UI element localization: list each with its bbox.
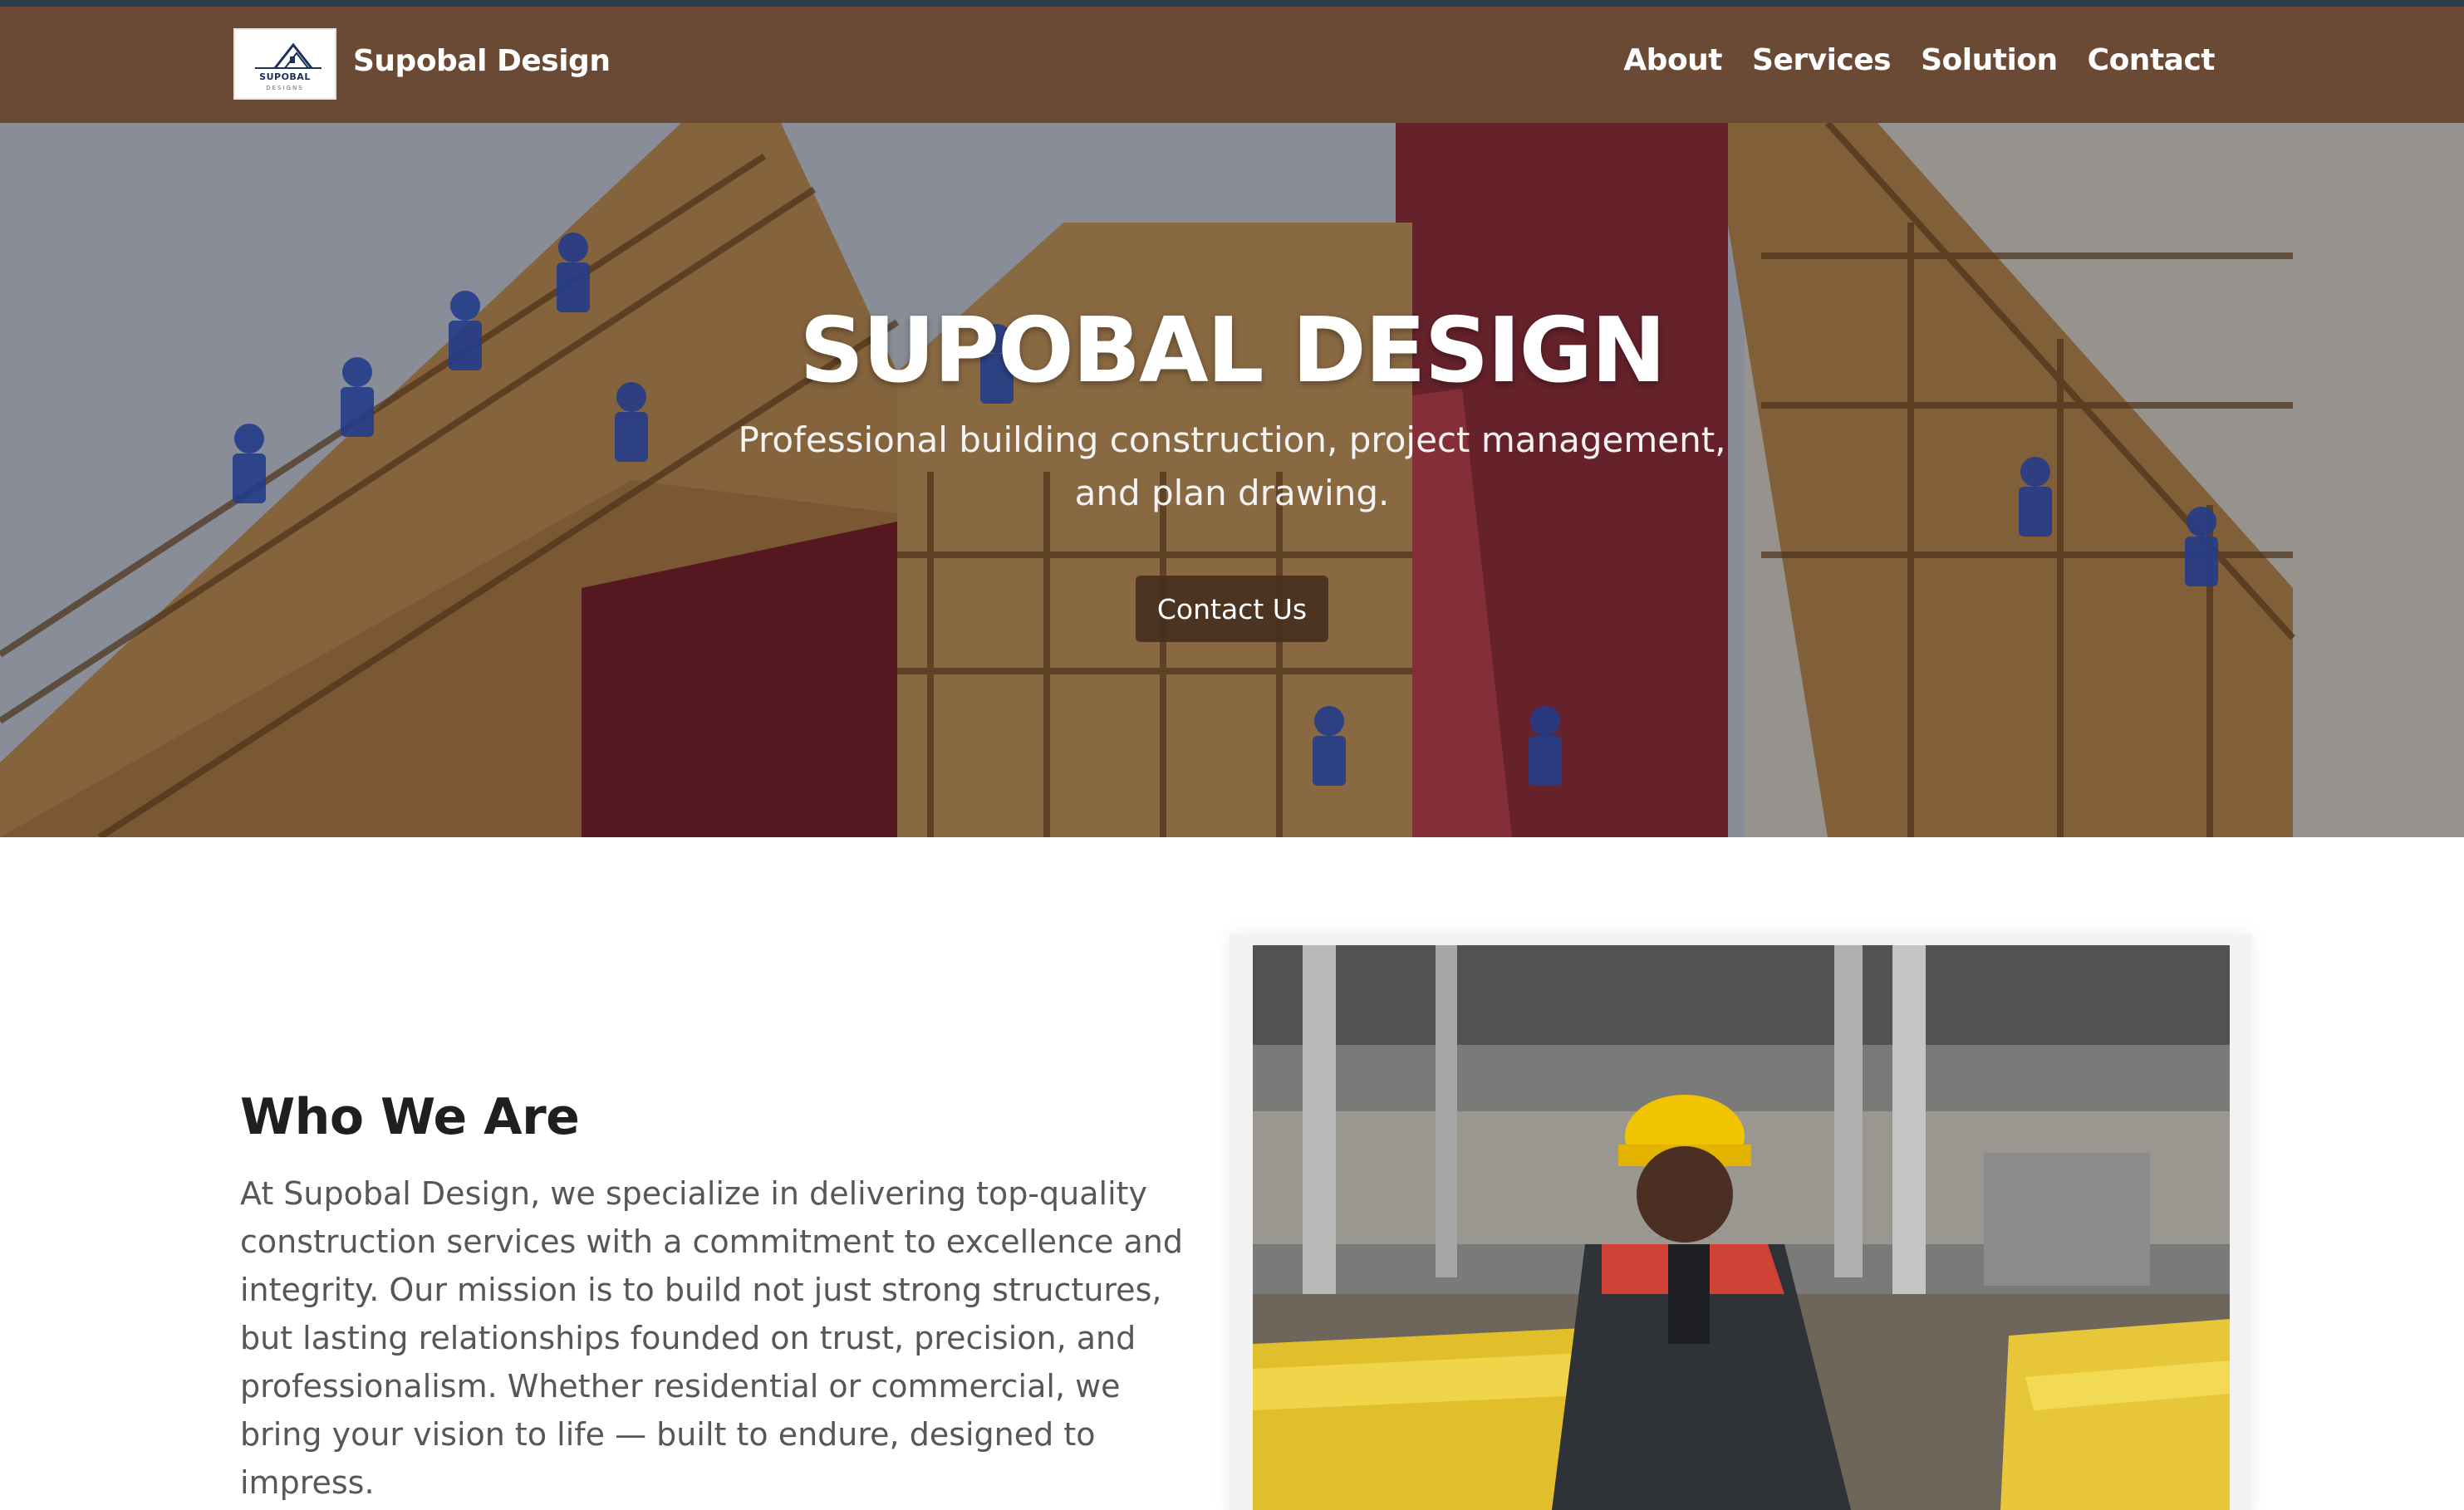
hero-title: SUPOBAL DESIGN: [799, 299, 1666, 403]
construction-worker-image: [1253, 945, 2230, 1510]
hero-section: SUPOBAL DESIGN Professional building con…: [0, 123, 2464, 837]
top-accent-bar: [0, 0, 2464, 7]
who-we-are-title: Who We Are: [240, 1088, 580, 1146]
site-header: SUPOBAL DESIGNS Supobal Design About Ser…: [0, 7, 2464, 123]
contact-us-button[interactable]: Contact Us: [1136, 576, 1328, 642]
logo-subtext: DESIGNS: [266, 85, 304, 91]
logo-text: SUPOBAL: [259, 71, 311, 82]
main-nav: About Services Solution Contact: [1623, 43, 2215, 77]
nav-solution[interactable]: Solution: [1921, 43, 2058, 77]
nav-contact[interactable]: Contact: [2088, 43, 2216, 77]
logo[interactable]: SUPOBAL DESIGNS: [233, 28, 336, 100]
hero-subtitle: Professional building construction, proj…: [738, 419, 1726, 513]
brand-name[interactable]: Supobal Design: [353, 44, 611, 78]
worker-photo: [1253, 945, 2230, 1510]
who-we-are-text: At Supobal Design, we specialize in deli…: [240, 1175, 1183, 1501]
nav-services[interactable]: Services: [1752, 43, 1892, 77]
nav-about[interactable]: About: [1623, 43, 1722, 77]
